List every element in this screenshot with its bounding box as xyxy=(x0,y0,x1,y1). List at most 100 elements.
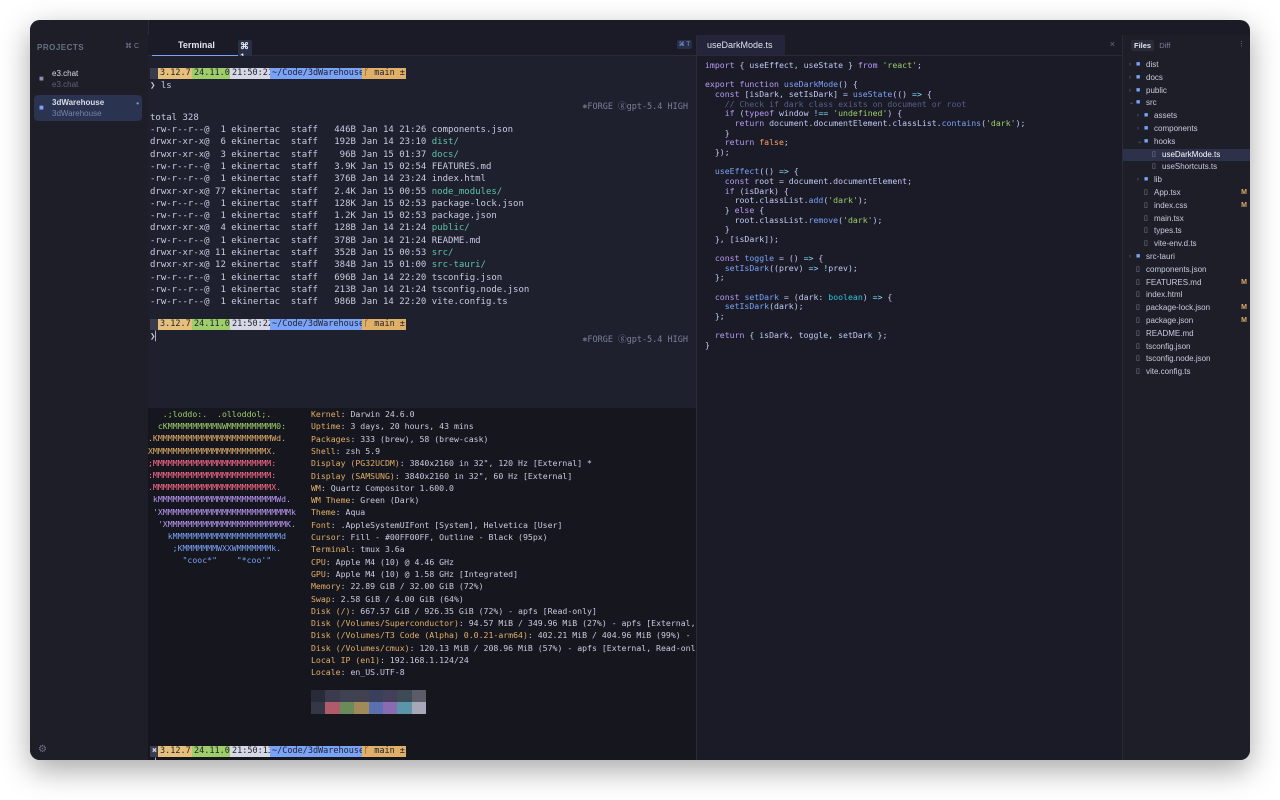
folder-item[interactable]: › ■ lib xyxy=(1123,174,1250,186)
folder-icon: ■ xyxy=(39,103,44,112)
folder-item[interactable]: › ■ docs xyxy=(1123,72,1250,84)
modified-badge: M xyxy=(1241,278,1247,286)
folder-icon: ■ xyxy=(39,74,44,83)
prompt-input[interactable]: ❯▏ xyxy=(150,331,161,343)
info-separator: : xyxy=(330,519,341,530)
info-value: Green (Dark) xyxy=(360,495,420,506)
ls-row: -rw-r--r--@ 1 ekinertac staff 986B Jan 1… xyxy=(150,296,508,308)
palette-swatch xyxy=(411,690,427,702)
folder-item[interactable]: › ■ components xyxy=(1123,123,1250,135)
ascii-art-line: XMMMMMMMMMMMMMMMMMMMMMMMX. xyxy=(148,445,277,456)
terminal-pane[interactable]: 3.12.7 24.11.0 21:50:21 ~/Code/3dWarehouse ᚴ… xyxy=(148,56,700,760)
close-tab-icon[interactable]: × xyxy=(1110,39,1115,49)
system-info-row: CPU: Apple M4 (10) @ 4.46 GHz xyxy=(311,556,454,568)
settings-gear-icon[interactable]: ⚙ xyxy=(38,744,47,755)
palette-swatch xyxy=(339,702,355,714)
info-key: Display (SAMSUNG) xyxy=(311,470,395,481)
file-item[interactable]: ▯ README.md xyxy=(1123,328,1250,340)
tab-terminal[interactable]: Terminal ⌘ 1 xyxy=(152,35,252,63)
file-name: types.ts xyxy=(1154,226,1182,236)
text-cursor: ▏ xyxy=(155,332,161,342)
project-item-e3chat[interactable]: ■ e3.chat e3.chat xyxy=(34,66,142,92)
file-item[interactable]: ▯ tsconfig.json xyxy=(1123,341,1250,353)
tab-label: useDarkMode.ts xyxy=(707,40,773,50)
system-info-row: Shell: zsh 5.9 xyxy=(311,445,380,457)
system-info-row: Packages: 333 (brew), 58 (brew-cask) xyxy=(311,433,488,445)
info-key: Cursor xyxy=(311,532,341,542)
file-name: README.md xyxy=(1146,328,1194,338)
file-item[interactable]: ▯ useShortcuts.ts xyxy=(1123,161,1250,173)
prompt-path: ~/Code/3dWarehouse xyxy=(270,68,365,79)
palette-swatch xyxy=(368,690,383,702)
project-item-3dwarehouse[interactable]: ■ 3dWarehouse 3dWarehouse • xyxy=(34,95,142,121)
folder-icon: ■ xyxy=(1136,61,1141,68)
folder-item[interactable]: › ■ public xyxy=(1123,85,1250,97)
info-key: Swap xyxy=(311,593,331,604)
palette-swatch xyxy=(383,690,398,702)
ls-row-meta: -rw-r--r--@ 1 ekinertac staff 378B Jan 1… xyxy=(150,235,432,246)
folder-item[interactable]: › ■ src-tauri xyxy=(1123,251,1250,263)
ascii-art-line: :MMMMMMMMMMMMMMMMMMMMMMMM: xyxy=(148,470,277,480)
project-subtitle: 3dWarehouse xyxy=(52,109,102,118)
file-item[interactable]: ▯ useDarkMode.ts xyxy=(1123,148,1250,161)
file-item[interactable]: ▯ package-lock.json M xyxy=(1123,302,1250,314)
info-key: Font xyxy=(311,519,331,530)
ls-row: drwxr-xr-x@ 4 ekinertac staff 128B Jan 1… xyxy=(150,222,470,234)
file-name: vite.config.ts xyxy=(1146,367,1191,377)
file-item[interactable]: ▯ index.html xyxy=(1123,289,1250,301)
file-item[interactable]: ▯ types.ts xyxy=(1123,225,1250,237)
ls-row-meta: drwxr-xr-x@ 4 ekinertac staff 128B Jan 1… xyxy=(150,223,432,234)
file-name: assets xyxy=(1154,111,1178,121)
projects-header-buttons[interactable]: ⌘ C xyxy=(125,42,139,50)
system-info-row: Local IP (en1): 192.168.1.124/24 xyxy=(311,654,469,666)
info-value: 94.57 MiB / 349.96 MiB (27%) - apfs [Ext… xyxy=(468,618,696,629)
prompt-input[interactable]: ❯▏ xyxy=(150,758,161,760)
file-item[interactable]: ▯ index.css M xyxy=(1123,200,1250,212)
project-name: e3.chat xyxy=(52,69,79,78)
folder-item[interactable]: ⌄ ■ src xyxy=(1123,97,1250,109)
tab-files[interactable]: Files xyxy=(1131,40,1155,51)
folder-item[interactable]: › ■ assets xyxy=(1123,110,1250,122)
file-item[interactable]: ▯ vite-env.d.ts xyxy=(1123,238,1250,250)
ls-dir-name: src-tauri/ xyxy=(431,260,486,271)
file-name: index.css xyxy=(1154,200,1188,210)
prompt-status-icon xyxy=(150,68,158,79)
info-value: 333 (brew), 58 (brew-cask) xyxy=(360,433,489,444)
folder-item[interactable]: › ■ dist xyxy=(1123,59,1250,71)
palette-swatch xyxy=(325,690,340,702)
prompt-line: ✖ 3.12.7 24.11.0 21:50:13 ~/Code/3dWarehouse… xyxy=(148,746,696,760)
info-value: 22.89 GiB / 32.00 GiB (72%) xyxy=(350,581,484,592)
file-name: package.json xyxy=(1146,316,1194,325)
file-name: FEATURES.md xyxy=(1146,277,1202,287)
code-editor[interactable]: import { useEffect, useState } from 'rea… xyxy=(696,56,1123,760)
file-name: hooks xyxy=(1154,136,1176,146)
ls-row-meta: -rw-r--r--@ 1 ekinertac staff 446B Jan 1… xyxy=(150,125,432,135)
tab-usedarkmode[interactable]: useDarkMode.ts xyxy=(697,35,785,55)
file-item[interactable]: ▯ package.json M xyxy=(1123,315,1250,327)
tab-diff[interactable]: Diff xyxy=(1156,40,1173,51)
file-item[interactable]: ▯ tsconfig.node.json xyxy=(1123,353,1250,365)
info-separator: : xyxy=(350,433,361,444)
file-item[interactable]: ▯ main.tsx xyxy=(1123,213,1250,225)
file-icon: ▯ xyxy=(1144,214,1148,222)
folder-item[interactable]: ⌄ ■ hooks xyxy=(1123,136,1250,148)
prompt-git-branch: ᚴ main ± xyxy=(362,319,406,330)
ls-row: drwxr-xr-x@ 12 ekinertac staff 384B Jan … xyxy=(150,259,486,271)
ascii-art-line: ;KMMMMMMMWXXWMMMMMMMk. xyxy=(148,543,282,554)
file-item[interactable]: ▯ components.json xyxy=(1123,264,1250,276)
chevron-down-icon: ⌄ xyxy=(1137,138,1143,145)
info-value: 120.13 MiB / 208.96 MiB (57%) - apfs [Ex… xyxy=(419,642,701,653)
file-name: package-lock.json xyxy=(1146,303,1211,313)
system-info-row: Kernel: Darwin 24.6.0 xyxy=(311,408,415,420)
info-key: CPU xyxy=(311,556,326,567)
file-name: public xyxy=(1146,85,1167,95)
sidebar-menu-icon[interactable]: ⋮ xyxy=(1238,40,1245,48)
prompt-git-branch: ᚴ main ± xyxy=(362,68,406,79)
chevron-right-icon: › xyxy=(1129,87,1131,94)
tab-label: Terminal xyxy=(178,40,215,50)
ls-row-meta: -rw-r--r--@ 1 ekinertac staff 128K Jan 1… xyxy=(150,198,432,209)
file-item[interactable]: ▯ App.tsx M xyxy=(1123,187,1250,199)
new-tab-shortcut[interactable]: ⌘ T xyxy=(676,40,692,49)
file-item[interactable]: ▯ vite.config.ts xyxy=(1123,366,1250,378)
file-item[interactable]: ▯ FEATURES.md M xyxy=(1123,277,1250,289)
